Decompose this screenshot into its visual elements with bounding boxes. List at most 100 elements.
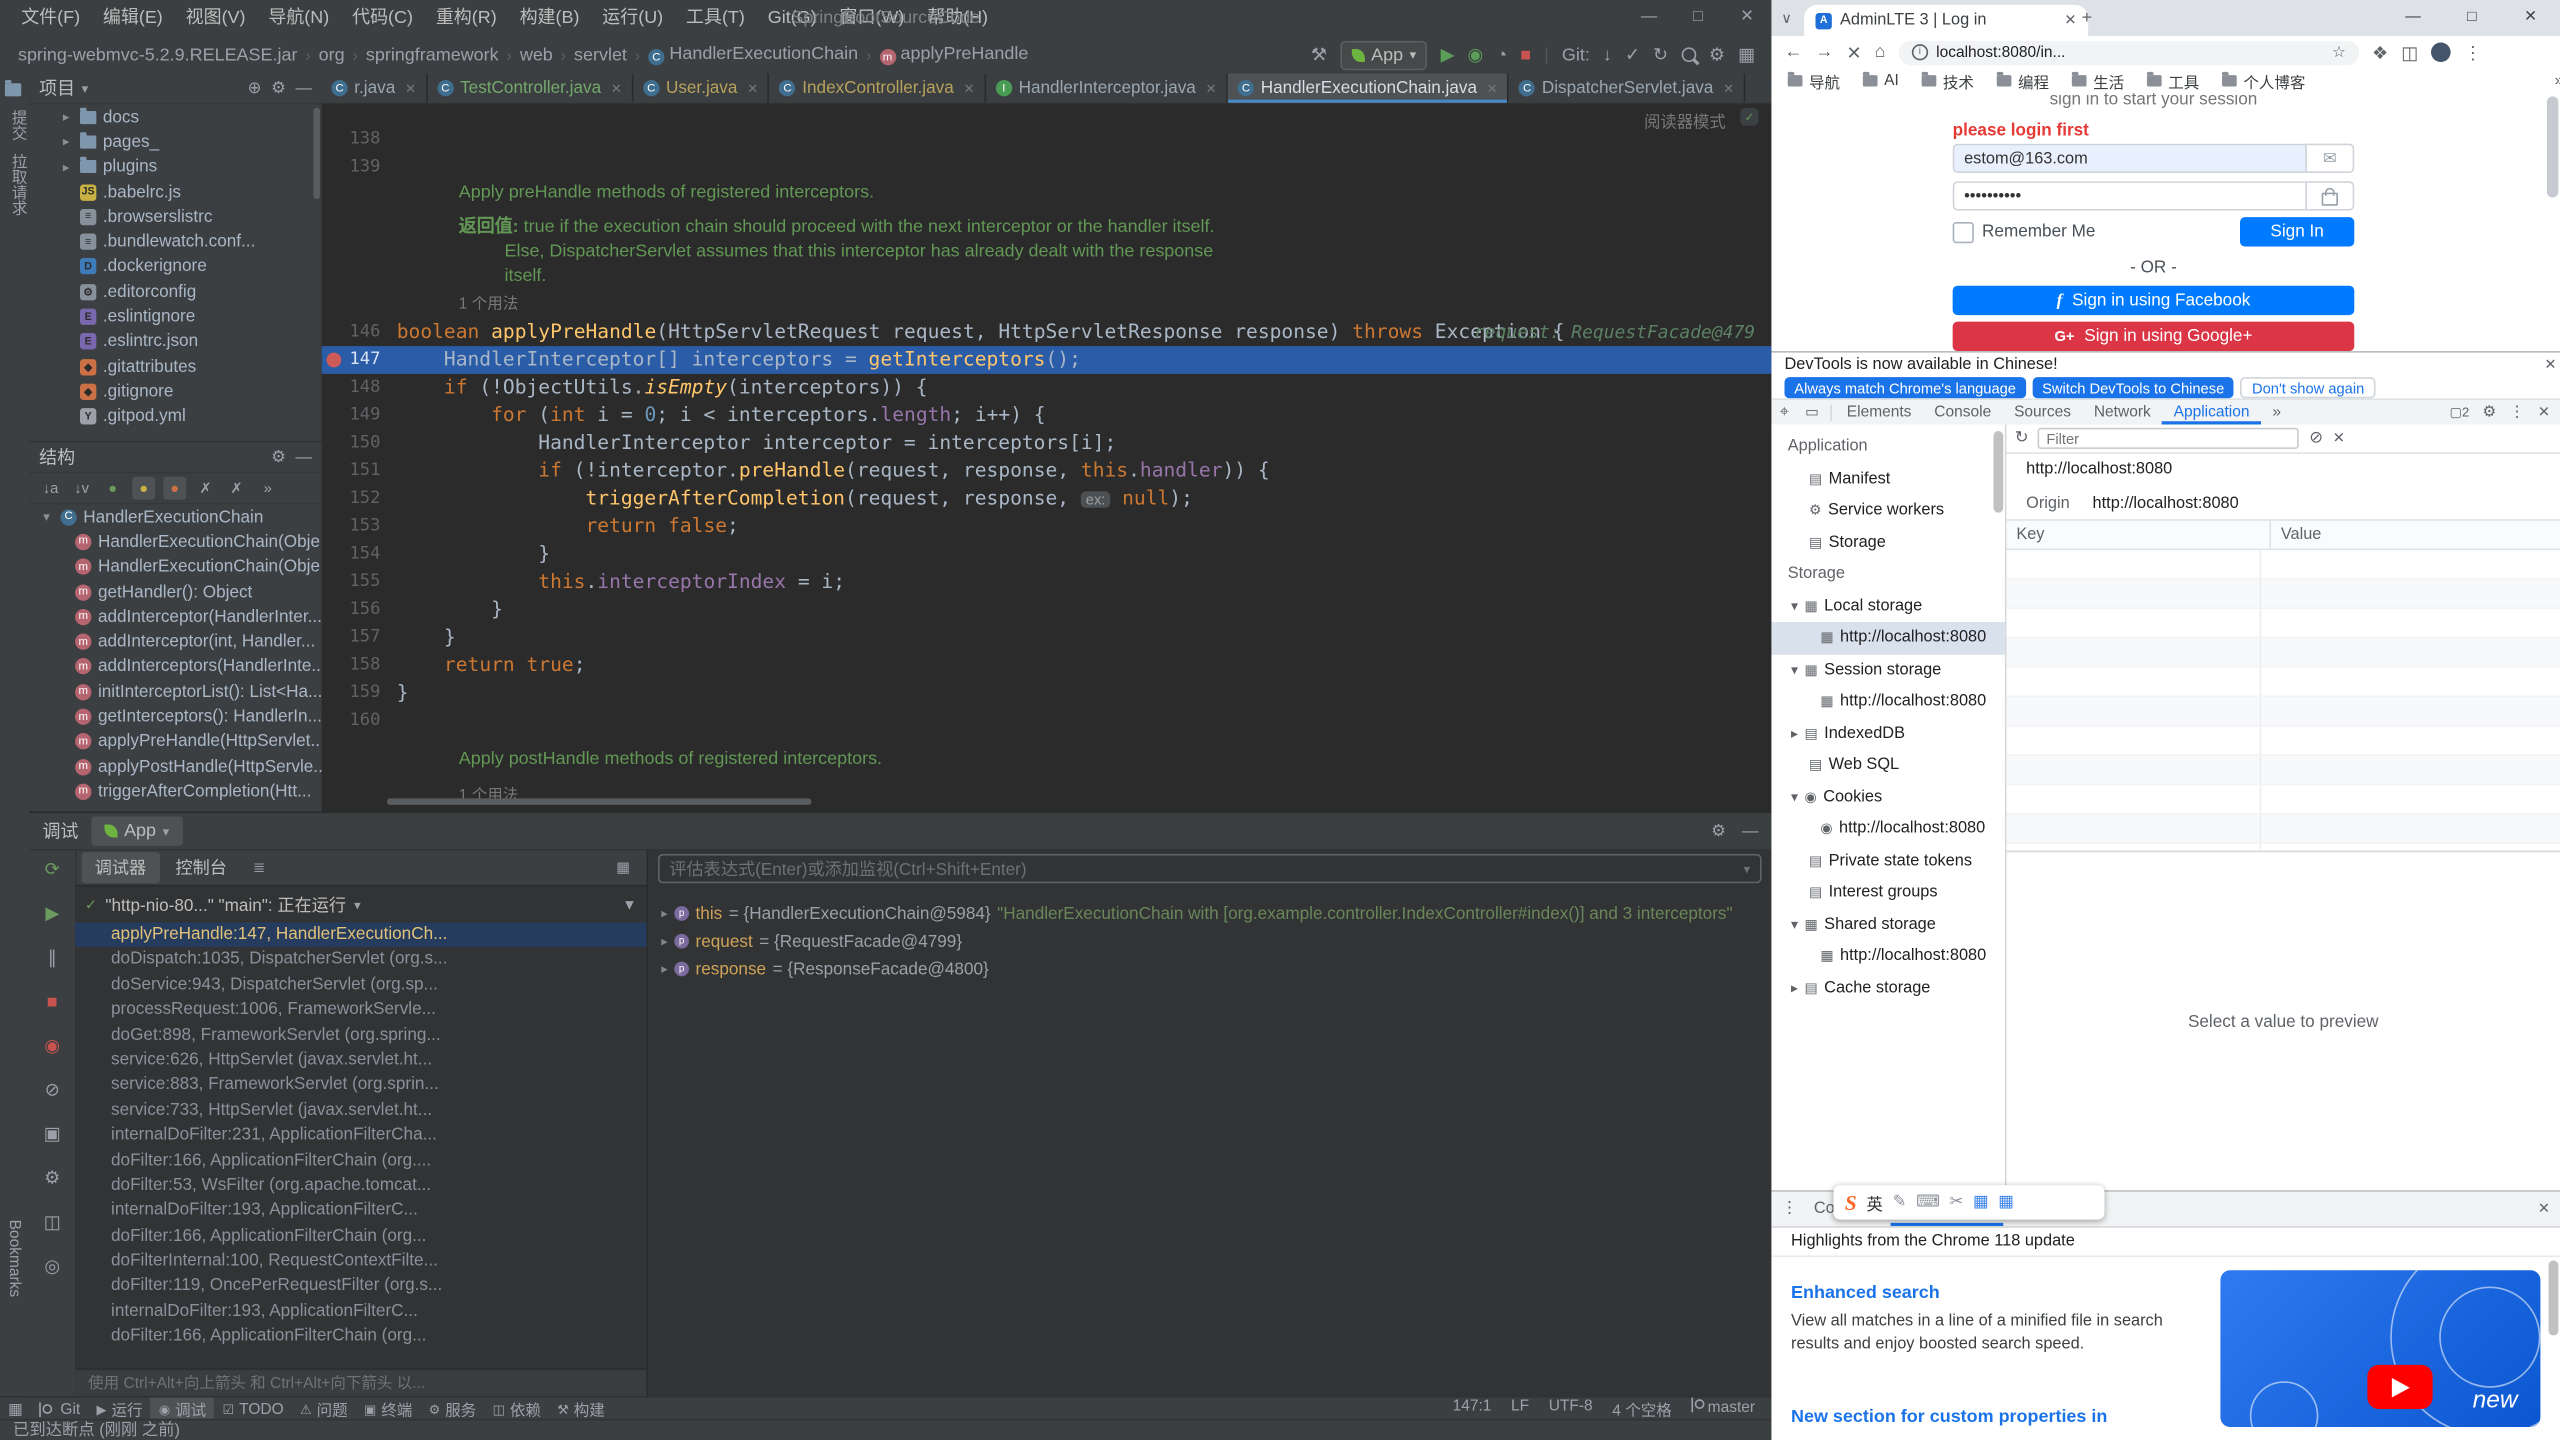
stop-icon[interactable]: ✕	[1847, 42, 1862, 63]
storage-table-row[interactable]	[2007, 785, 2560, 814]
menubar-item[interactable]: 构建(B)	[508, 0, 591, 36]
variable-row[interactable]: ▸pthis = {HandlerExecutionChain@5984} "H…	[648, 900, 1771, 928]
remember-me-checkbox[interactable]	[1953, 222, 1974, 243]
page-scrollbar[interactable]	[2547, 96, 2558, 197]
breakpoint-icon[interactable]	[327, 353, 342, 368]
breadcrumb-item[interactable]: spring-webmvc-5.2.9.RELEASE.jar	[16, 45, 299, 65]
devtools-sidebar-item[interactable]: ▤Private state tokens	[1771, 845, 2004, 877]
rerun-icon[interactable]: ⟳	[45, 859, 60, 882]
debug-icon[interactable]: ◉	[1468, 44, 1484, 65]
debug-session-tab[interactable]: App ▾	[91, 816, 182, 845]
storage-table-row[interactable]	[2007, 668, 2560, 697]
project-tree-item[interactable]: ◆.gitignore	[29, 379, 321, 404]
chevron-down-icon[interactable]: ▾	[82, 81, 89, 96]
ime-clip-icon[interactable]: ✂	[1949, 1193, 1963, 1211]
menubar-item[interactable]: 视图(V)	[174, 0, 257, 36]
status-widget[interactable]: UTF-8	[1549, 1398, 1593, 1421]
stack-frame[interactable]: doFilter:166, ApplicationFilterChain (or…	[75, 1324, 646, 1349]
tool-window-button[interactable]: ◫依赖	[484, 1398, 549, 1421]
close-icon[interactable]: ✕	[1722, 0, 1771, 36]
tab-close-icon[interactable]: ✕	[744, 81, 758, 96]
devtools-sidebar-item[interactable]: ▦http://localhost:8080	[1771, 622, 2004, 654]
project-panel-title[interactable]: 项目	[39, 75, 75, 101]
sort-by-visibility-icon[interactable]: ↓v	[70, 477, 93, 500]
structure-method[interactable]: minitInterceptorList(): List<Ha...	[29, 679, 321, 704]
drawer-kebab-icon[interactable]: ⋮	[1781, 1200, 1797, 1218]
address-bar[interactable]: i localhost:8080/in... ☆	[1899, 40, 2359, 64]
sort-alphabetically-icon[interactable]: ↓a	[39, 477, 62, 500]
status-widget[interactable]: 4 个空格	[1612, 1398, 1671, 1421]
bookmark-folder[interactable]: 技术	[1922, 69, 1974, 92]
delete-icon[interactable]: ✕	[2333, 429, 2345, 447]
project-tree-item[interactable]: ▸docs	[29, 104, 321, 129]
gear-icon[interactable]: ⚙	[2482, 403, 2496, 421]
editor-tab[interactable]: IHandlerInterceptor.java✕	[986, 73, 1228, 102]
back-icon[interactable]: ←	[1784, 42, 1802, 62]
variable-row[interactable]: ▸presponse = {ResponseFacade@4800}	[648, 955, 1771, 983]
devtools-sidebar-item[interactable]: ▤Interest groups	[1771, 877, 2004, 909]
notification-button[interactable]: Don't show again	[2241, 377, 2376, 398]
filter-icon-1[interactable]: ✗	[194, 477, 217, 500]
variable-row[interactable]: ▸prequest = {RequestFacade@4799}	[648, 927, 1771, 955]
usages-hint[interactable]: 1 个用法	[322, 780, 1772, 809]
project-tree-item[interactable]: JS.babelrc.js	[29, 179, 321, 204]
view-breakpoints-icon[interactable]: ◉	[44, 1035, 60, 1058]
ime-grid-icon[interactable]: ▦	[1973, 1193, 1988, 1211]
stack-frame[interactable]: processRequest:1006, FrameworkServle...	[75, 998, 646, 1023]
git-history-icon[interactable]: ↻	[1653, 44, 1668, 65]
locate-file-icon[interactable]: ⊕	[248, 79, 262, 97]
evaluate-expression-input[interactable]: 评估表达式(Enter)或添加监视(Ctrl+Shift+Enter) ▾	[658, 854, 1762, 883]
reader-mode-label[interactable]: 阅读器模式	[1644, 108, 1726, 132]
devtools-sidebar-item[interactable]: ◉http://localhost:8080	[1771, 813, 2004, 845]
minimize-icon[interactable]: —	[1624, 0, 1673, 36]
devtools-sidebar-item[interactable]: ▾▦Session storage	[1771, 654, 2004, 686]
structure-method[interactable]: maddInterceptor(int, Handler...	[29, 629, 321, 654]
menubar-item[interactable]: 运行(U)	[591, 0, 675, 36]
tool-window-button[interactable]: ⚙服务	[420, 1398, 484, 1421]
devtools-close-icon[interactable]: ✕	[2538, 403, 2550, 421]
stop-icon[interactable]: ■	[47, 991, 58, 1014]
pause-icon[interactable]: ∥	[48, 947, 57, 970]
filter-input[interactable]	[2038, 428, 2299, 449]
tool-window-button-bookmarks[interactable]: Bookmarks	[5, 1220, 23, 1298]
editor-tab[interactable]: CDispatcherServlet.java✕	[1509, 73, 1745, 102]
hide-panel-icon[interactable]: —	[296, 448, 312, 466]
devtools-sidebar-item[interactable]: ⚙Service workers	[1771, 495, 2004, 527]
storage-origin-url[interactable]: http://localhost:8080	[2007, 454, 2560, 487]
devtools-tab-application[interactable]: Application	[2162, 400, 2261, 424]
tool-window-button[interactable]: ▶运行	[88, 1398, 150, 1421]
storage-table-row[interactable]	[2007, 815, 2560, 844]
structure-method[interactable]: mapplyPostHandle(HttpServle...	[29, 754, 321, 779]
devtools-sidebar-item[interactable]: ▾▦Local storage	[1771, 590, 2004, 622]
breadcrumb-item[interactable]: springframework	[364, 45, 500, 65]
stack-frame[interactable]: internalDoFilter:193, ApplicationFilterC…	[75, 1299, 646, 1324]
tool-window-button[interactable]: ▣终端	[356, 1398, 421, 1421]
layers-icon[interactable]: ≣	[253, 858, 265, 876]
drawer-scrollbar[interactable]	[2549, 1260, 2559, 1335]
storage-table-row[interactable]	[2007, 609, 2560, 638]
tab-close-icon[interactable]: ✕	[2064, 11, 2076, 29]
stack-frame[interactable]: doFilter:166, ApplicationFilterChain (or…	[75, 1224, 646, 1249]
inspect-element-icon[interactable]: ⌖	[1771, 403, 1797, 421]
hide-panel-icon[interactable]: —	[296, 79, 312, 97]
menubar-item[interactable]: 导航(N)	[257, 0, 341, 36]
bookmark-folder[interactable]: 导航	[1788, 69, 1840, 92]
ime-keyboard-icon[interactable]: ⌨	[1916, 1193, 1940, 1211]
menubar-item[interactable]: 重构(R)	[424, 0, 508, 36]
tab-close-icon[interactable]: ✕	[960, 81, 974, 96]
devtools-sidebar-item[interactable]: ▸▤Cache storage	[1771, 972, 2004, 1004]
article-title-2[interactable]: New section for custom properties in	[1791, 1407, 2107, 1427]
tab-close-icon[interactable]: ✕	[1484, 81, 1498, 96]
gear-icon[interactable]: ⚙	[271, 448, 286, 466]
notification-button[interactable]: Switch DevTools to Chinese	[2032, 377, 2234, 398]
stack-frame[interactable]: doService:943, DispatcherServlet (org.sp…	[75, 973, 646, 998]
project-tree-item[interactable]: E.eslintignore	[29, 304, 321, 329]
maximize-icon[interactable]: □	[1673, 0, 1722, 36]
bookmark-folder[interactable]: 编程	[1997, 69, 2049, 92]
storage-table-row[interactable]	[2007, 580, 2560, 609]
home-icon[interactable]: ⌂	[1875, 42, 1886, 62]
status-widget[interactable]: 147:1	[1453, 1398, 1492, 1421]
project-tree-item[interactable]: ≡.browserslistrc	[29, 204, 321, 229]
structure-method[interactable]: mHandlerExecutionChain(Obje...	[29, 554, 321, 579]
profiler-icon[interactable]: ◔	[1496, 45, 1507, 65]
